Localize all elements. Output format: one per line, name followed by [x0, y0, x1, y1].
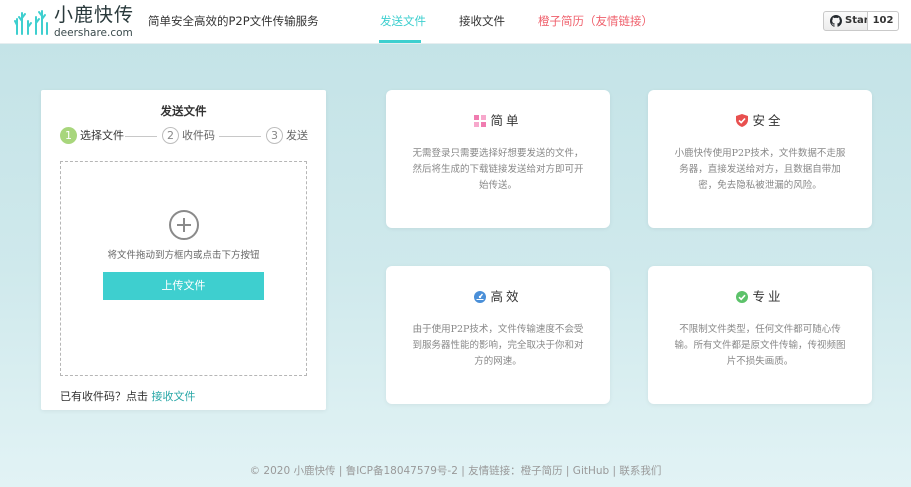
nav-active-indicator: [379, 40, 421, 43]
github-star-count[interactable]: 102: [867, 11, 899, 31]
feature-title-text: 专业: [752, 289, 784, 304]
have-code-prompt: 已有收件码？点击 接收文件: [60, 390, 196, 404]
feature-description: 小鹿快传使用P2P技术，文件数据不走服务器，直接发送给对方，且数据自带加密，免去…: [674, 148, 846, 191]
step-connector: [219, 136, 261, 137]
upload-file-button[interactable]: 上传文件: [103, 272, 264, 300]
step-connector: [125, 136, 157, 137]
grid-icon: [474, 115, 487, 127]
logo[interactable]: 小鹿快传 deershare.com: [14, 4, 138, 40]
feature-description: 由于使用P2P技术，文件传输速度不会受到服务器性能的影响，完全取决于你和对方的网…: [412, 324, 584, 367]
panel-title: 发送文件: [160, 104, 207, 118]
logo-title: 小鹿快传: [54, 4, 135, 26]
feature-title: 安全: [648, 113, 872, 129]
speedometer-icon: [474, 291, 487, 303]
deer-antler-icon: [14, 10, 48, 35]
feature-title-text: 简单: [490, 113, 522, 128]
feature-description: 无需登录只需要选择好想要发送的文件，然后将生成的下载链接发送给对方即可开始传送。: [412, 148, 584, 191]
receive-file-link[interactable]: 接收文件: [152, 390, 196, 403]
github-star-button[interactable]: Star: [823, 11, 869, 31]
drop-hint: 将文件拖动到方框内或点击下方按钮: [107, 250, 260, 261]
slogan: 简单安全高效的P2P文件传输服务: [148, 14, 319, 28]
check-circle-icon: [736, 291, 749, 303]
nav-receive-files[interactable]: 接收文件: [459, 14, 505, 28]
step-send: 3 发送: [266, 127, 326, 145]
feature-card-simple: 简单 无需登录只需要选择好想要发送的文件，然后将生成的下载链接发送给对方即可开始…: [386, 90, 610, 228]
logo-domain: deershare.com: [54, 27, 133, 39]
step-select-file: 1 选择文件: [60, 127, 130, 145]
step-number: 1: [60, 127, 77, 144]
step-label: 收件码: [182, 129, 215, 142]
send-file-panel: 发送文件 1 选择文件 2 收件码 3 发送 将文件拖动到方框内或点击下方按钮 …: [41, 90, 326, 410]
feature-description: 不限制文件类型，任何文件都可随心传输。所有文件都是原文件传输，传视频图片不损失画…: [674, 324, 846, 367]
feature-title: 高效: [386, 289, 610, 305]
step-number: 2: [162, 127, 179, 144]
top-header: 小鹿快传 deershare.com 简单安全高效的P2P文件传输服务 发送文件…: [0, 0, 911, 44]
feature-title-text: 高效: [490, 289, 522, 304]
step-number: 3: [266, 127, 283, 144]
feature-title: 专业: [648, 289, 872, 305]
feature-card-efficient: 高效 由于使用P2P技术，文件传输速度不会受到服务器性能的影响，完全取决于你和对…: [386, 266, 610, 404]
file-drop-zone[interactable]: 将文件拖动到方框内或点击下方按钮 上传文件: [60, 161, 307, 376]
have-code-text: 已有收件码？点击: [60, 390, 152, 403]
feature-card-secure: 安全 小鹿快传使用P2P技术，文件数据不走服务器，直接发送给对方，且数据自带加密…: [648, 90, 872, 228]
feature-title: 简单: [386, 113, 610, 129]
feature-card-professional: 专业 不限制文件类型，任何文件都可随心传输。所有文件都是原文件传输，传视频图片不…: [648, 266, 872, 404]
nav-resume-link[interactable]: 橙子简历（友情链接）: [538, 14, 653, 28]
nav-send-files[interactable]: 发送文件: [380, 14, 426, 28]
step-label: 选择文件: [80, 129, 124, 142]
add-circle-icon[interactable]: [169, 210, 199, 240]
step-label: 发送: [286, 129, 308, 142]
shield-icon: [736, 114, 749, 127]
github-icon: [830, 15, 842, 27]
github-star-label: Star: [845, 15, 869, 26]
page-footer: © 2020 小鹿快传 | 鲁ICP备18047579号-2 | 友情链接：橙子…: [249, 465, 662, 477]
feature-title-text: 安全: [752, 113, 784, 128]
